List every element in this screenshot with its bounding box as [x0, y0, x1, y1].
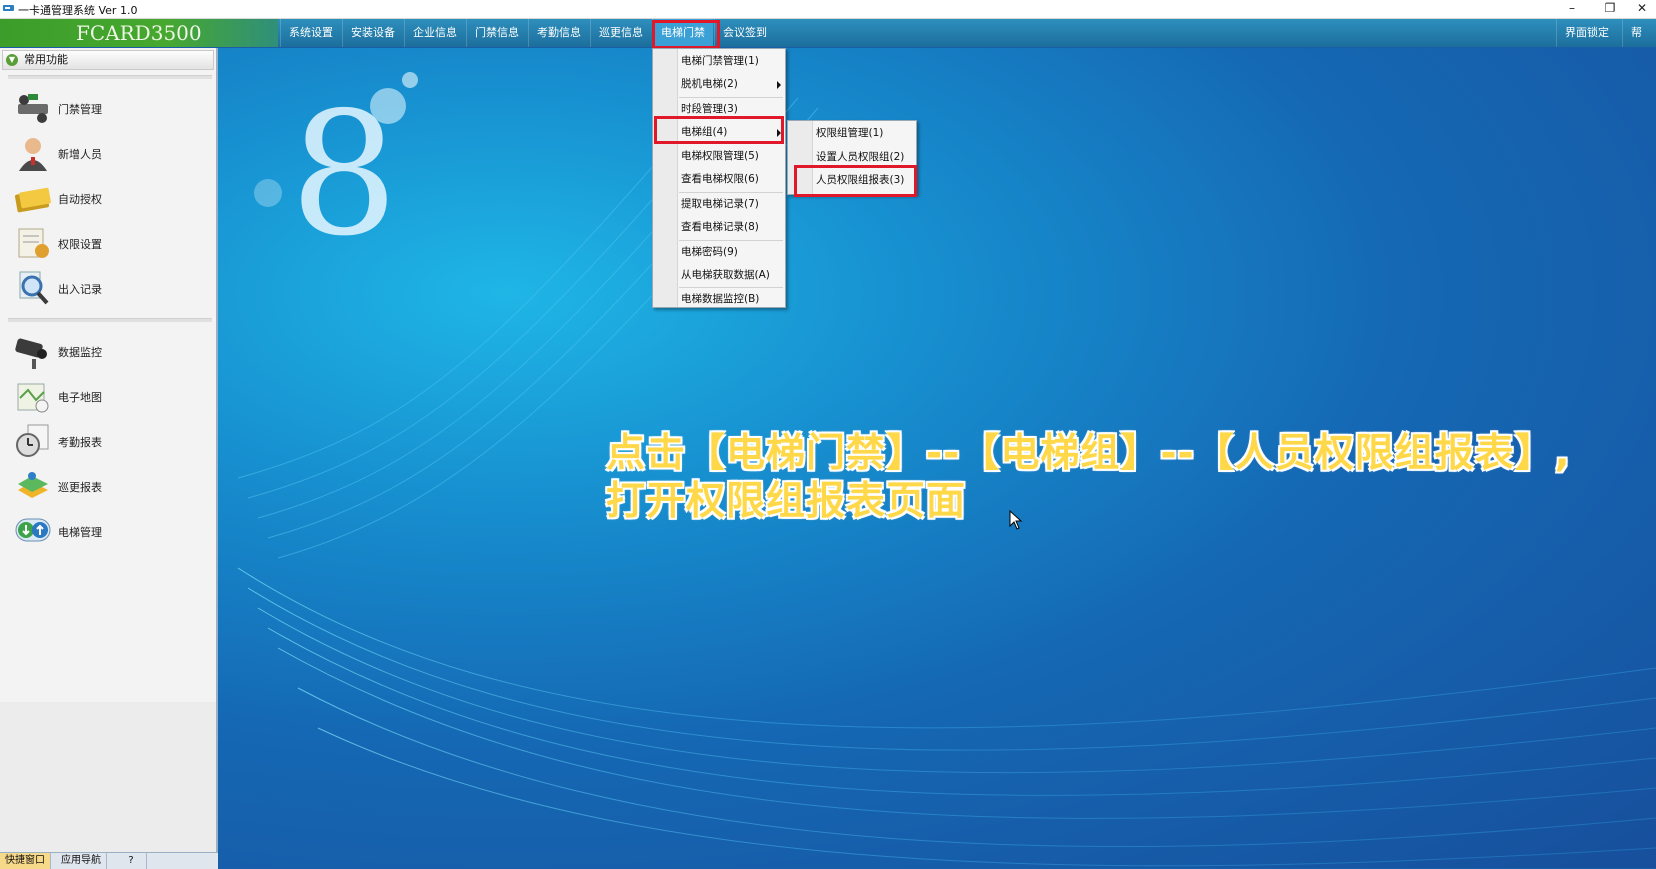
menu-item-view-elevator-records[interactable]: 查看电梯记录(8): [653, 216, 785, 239]
help-icon[interactable]: ?: [116, 853, 147, 869]
main-desktop-area: 8 点击【电梯门禁】--【电梯组】--【人员权限组报表】, 打开权限组报表页面: [218, 48, 1656, 868]
menu-install-device[interactable]: 安装设备: [342, 19, 403, 47]
menu-item-elevator-access-manage[interactable]: 电梯门禁管理(1): [653, 50, 785, 73]
sidebar-item-electronic-map[interactable]: 电子地图: [12, 376, 208, 416]
sidebar-item-add-person[interactable]: 新增人员: [12, 133, 208, 173]
menu-item-label: 设置人员权限组(2): [816, 151, 905, 163]
menu-item-label: 电梯门禁管理(1): [681, 55, 759, 67]
menu-item-time-period[interactable]: 时段管理(3): [653, 98, 785, 121]
menu-item-label: 电梯权限管理(5): [681, 150, 759, 162]
elevator-manage-icon: [15, 518, 51, 542]
menu-item-label: 查看电梯权限(6): [681, 173, 759, 185]
sidebar-item-label: 门禁管理: [58, 103, 102, 116]
menu-help[interactable]: 帮助: [1622, 19, 1656, 67]
sidebar-item-access-records[interactable]: 出入记录: [12, 268, 208, 308]
menu-lock-interface[interactable]: 界面锁定: [1556, 19, 1617, 47]
patrol-report-icon: [18, 472, 48, 498]
brand-name: FCARD3500: [76, 21, 202, 45]
elevator-access-dropdown: 电梯门禁管理(1) 脱机电梯(2) 时段管理(3) 电梯组(4) 电梯权限管理(…: [652, 48, 786, 308]
sidebar-item-attendance-report[interactable]: 考勤报表: [12, 421, 208, 461]
sidebar-item-label: 权限设置: [58, 238, 102, 251]
sidebar-item-label: 数据监控: [58, 346, 102, 359]
sidebar-item-label: 新增人员: [58, 148, 102, 161]
sidebar-item-access-management[interactable]: 门禁管理: [12, 88, 208, 128]
map-icon: [17, 383, 49, 413]
menu-patrol-info[interactable]: 巡更信息: [590, 19, 651, 47]
menu-item-label: 电梯数据监控(B): [681, 293, 760, 305]
menu-item-set-person-permission-group[interactable]: 设置人员权限组(2): [788, 146, 916, 169]
card-authorize-icon: [14, 187, 51, 213]
menu-item-label: 脱机电梯(2): [681, 78, 738, 90]
elevator-group-submenu: 权限组管理(1) 设置人员权限组(2) 人员权限组报表(3): [787, 120, 917, 195]
minimize-button[interactable]: –: [1556, 0, 1588, 18]
sidebar-item-label: 考勤报表: [58, 436, 102, 449]
close-button[interactable]: ✕: [1626, 0, 1656, 18]
panel-divider: [8, 75, 212, 79]
menu-elevator-access[interactable]: 电梯门禁: [652, 19, 713, 47]
collapse-icon[interactable]: ▼: [6, 54, 18, 66]
panel-empty-area: [0, 702, 216, 854]
tab-app-navigation[interactable]: 应用导航: [56, 853, 107, 869]
menu-enterprise-info[interactable]: 企业信息: [404, 19, 465, 47]
menu-item-label: 权限组管理(1): [816, 127, 884, 139]
menu-item-label: 时段管理(3): [681, 103, 738, 115]
menu-item-label: 从电梯获取数据(A): [681, 269, 770, 281]
sidebar-item-auto-authorize[interactable]: 自动授权: [12, 178, 208, 218]
menu-item-elevator-data-monitor[interactable]: 电梯数据监控(B): [653, 288, 785, 311]
menu-item-label: 电梯组(4): [681, 126, 728, 138]
submenu-arrow-icon: [777, 81, 781, 89]
menu-item-label: 电梯密码(9): [681, 246, 738, 258]
tab-quick-window[interactable]: 快捷窗口: [0, 853, 51, 869]
menu-item-fetch-elevator-records[interactable]: 提取电梯记录(7): [653, 193, 785, 216]
sidebar-item-label: 出入记录: [58, 283, 102, 296]
menu-item-get-data-from-elevator[interactable]: 从电梯获取数据(A): [653, 264, 785, 287]
sidebar-item-label: 巡更报表: [58, 481, 102, 494]
menu-item-label: 查看电梯记录(8): [681, 221, 759, 233]
menu-item-elevator-permission-manage[interactable]: 电梯权限管理(5): [653, 145, 785, 168]
permission-settings-icon: [18, 228, 49, 258]
menu-item-elevator-password[interactable]: 电梯密码(9): [653, 241, 785, 264]
sidebar-item-label: 电梯管理: [58, 526, 102, 539]
menu-item-permission-group-manage[interactable]: 权限组管理(1): [788, 122, 916, 145]
menu-system-settings[interactable]: 系统设置: [280, 19, 341, 47]
sidebar-item-permission-settings[interactable]: 权限设置: [12, 223, 208, 263]
sidebar-item-data-monitor[interactable]: 数据监控: [12, 331, 208, 371]
sidebar-item-patrol-report[interactable]: 巡更报表: [12, 466, 208, 506]
menu-attendance-info[interactable]: 考勤信息: [528, 19, 589, 47]
menu-meeting-signin[interactable]: 会议签到: [714, 19, 775, 47]
bottom-tabs: 快捷窗口 应用导航 ?: [0, 852, 218, 869]
menu-item-elevator-group[interactable]: 电梯组(4): [653, 121, 785, 144]
sidebar-item-elevator-management[interactable]: 电梯管理: [12, 511, 208, 551]
brand-logo: FCARD3500: [0, 19, 278, 47]
menubar: FCARD3500 系统设置 安装设备 企业信息 门禁信息 考勤信息 巡更信息 …: [0, 19, 1656, 67]
menu-item-offline-elevator[interactable]: 脱机电梯(2): [653, 73, 785, 96]
access-control-icon: [18, 94, 48, 123]
menu-item-label: 人员权限组报表(3): [816, 174, 905, 186]
panel-divider: [8, 318, 212, 322]
menu-access-info[interactable]: 门禁信息: [466, 19, 527, 47]
search-records-icon: [19, 271, 49, 305]
sidebar-item-label: 自动授权: [58, 193, 102, 206]
menu-item-label: 提取电梯记录(7): [681, 198, 759, 210]
mouse-cursor-icon: [1009, 510, 1023, 530]
app-icon: [3, 5, 14, 11]
restore-button[interactable]: ❐: [1594, 0, 1626, 18]
window-title: 一卡通管理系统 Ver 1.0: [18, 4, 138, 17]
panel-header[interactable]: ▼ 常用功能: [2, 50, 214, 70]
user-add-icon: [19, 138, 47, 171]
sidebar-item-label: 电子地图: [58, 391, 102, 404]
menu-item-view-elevator-permission[interactable]: 查看电梯权限(6): [653, 168, 785, 191]
quick-functions-panel: ▼ 常用功能 门禁管理 新增人员 自动授权 权限设置 出入记录 数据监控 电子地…: [0, 48, 218, 854]
window-titlebar: 一卡通管理系统 Ver 1.0 – ❐ ✕: [0, 0, 1656, 19]
menu-item-person-permission-group-report[interactable]: 人员权限组报表(3): [788, 169, 916, 192]
clock-report-icon: [16, 424, 49, 457]
panel-header-label: 常用功能: [24, 53, 68, 66]
instruction-text-line2: 打开权限组报表页面: [606, 479, 967, 524]
submenu-arrow-icon: [777, 129, 781, 137]
camera-monitor-icon: [15, 338, 47, 369]
